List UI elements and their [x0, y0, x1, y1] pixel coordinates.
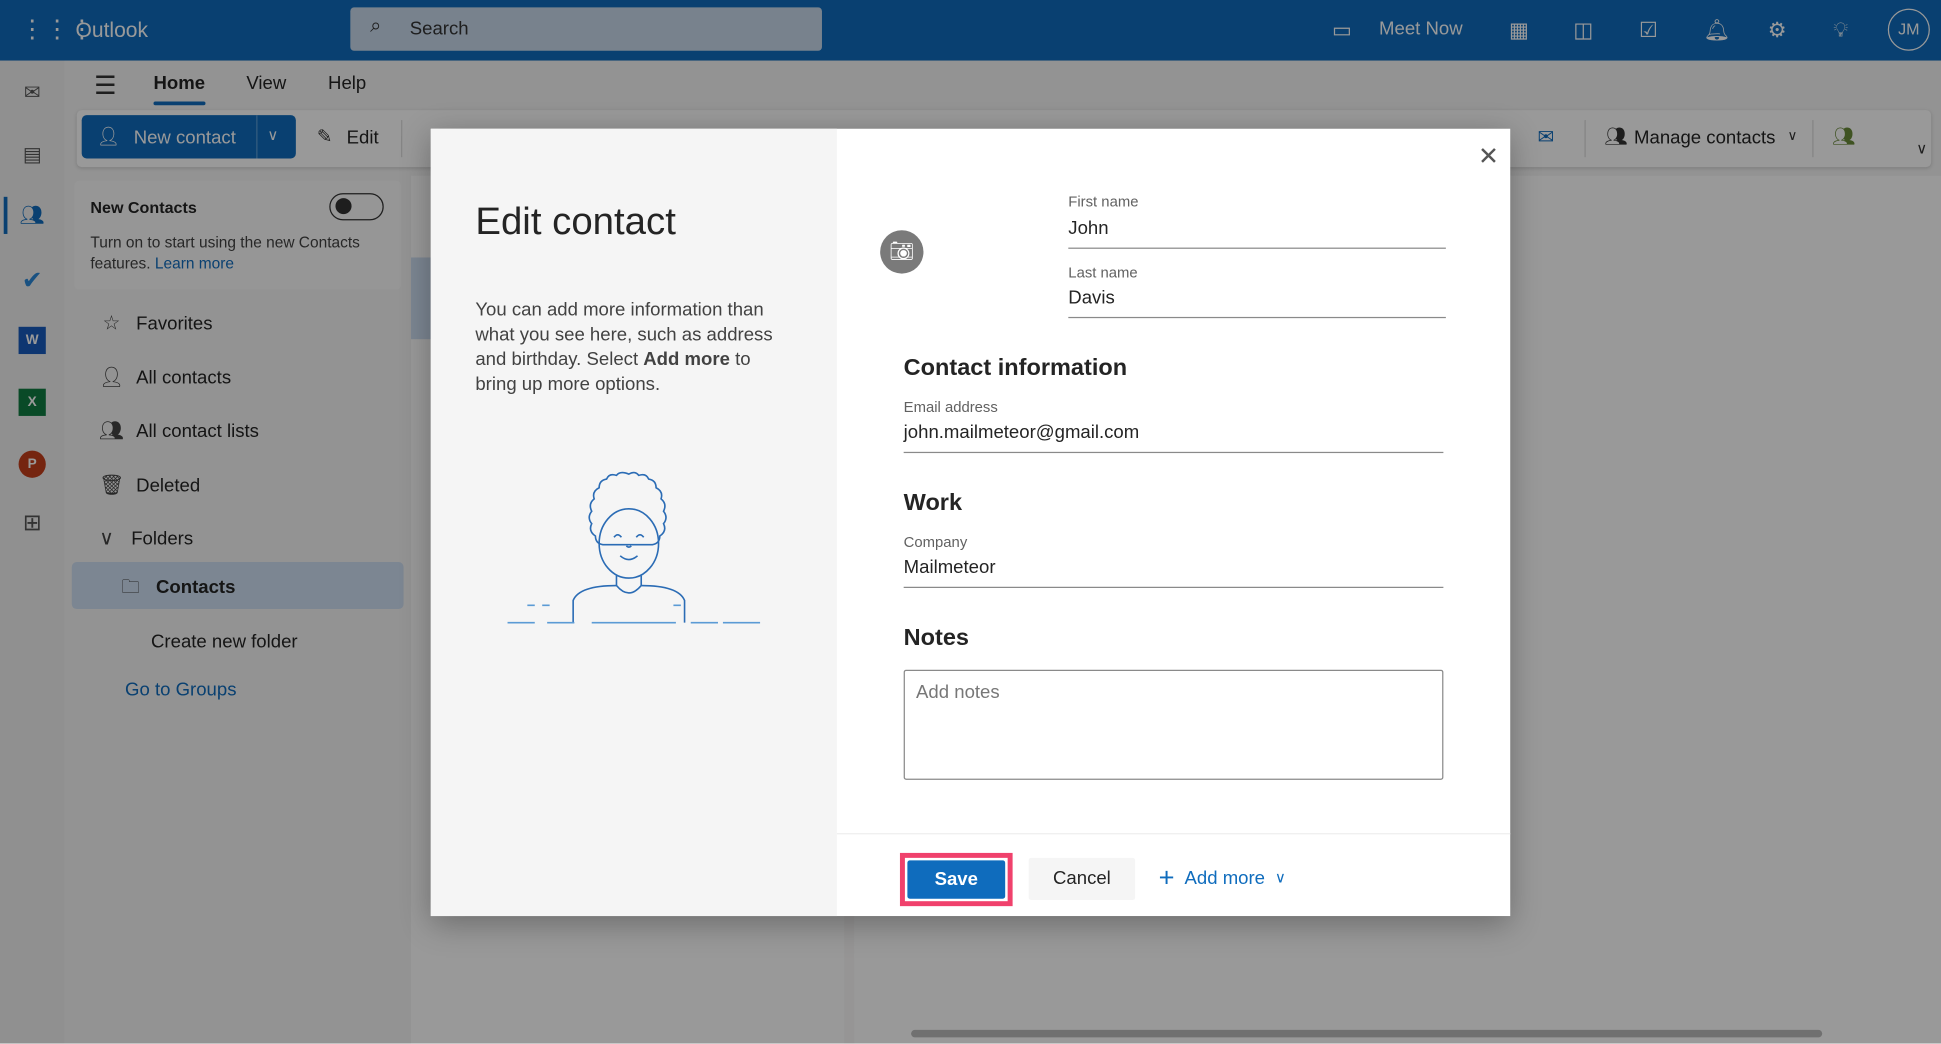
notes-heading: Notes: [903, 625, 970, 652]
first-name-field[interactable]: John: [1068, 218, 1108, 239]
email-field[interactable]: john.mailmeteor@gmail.com: [904, 422, 1140, 443]
add-more-button[interactable]: + Add more ∨: [1159, 862, 1286, 894]
field-underline: [1068, 316, 1446, 319]
edit-contact-dialog: Edit contact You can add more informatio…: [430, 128, 1511, 917]
last-name-field[interactable]: Davis: [1068, 287, 1114, 308]
dialog-description: You can add more information than what y…: [475, 299, 773, 395]
plus-icon: +: [1158, 861, 1175, 893]
notes-textarea[interactable]: Add notes: [903, 669, 1444, 780]
company-field[interactable]: Mailmeteor: [904, 557, 996, 578]
close-icon[interactable]: ✕: [1478, 141, 1499, 172]
notes-placeholder: Add notes: [916, 682, 1000, 704]
footer-divider: [836, 833, 1511, 835]
save-button[interactable]: Save: [907, 860, 1006, 899]
company-label: Company: [903, 533, 968, 551]
email-label: Email address: [903, 398, 998, 416]
first-name-label: First name: [1068, 193, 1139, 211]
cancel-button[interactable]: Cancel: [1028, 857, 1136, 900]
add-more-label: Add more: [1184, 867, 1266, 889]
camera-icon: 📷︎: [889, 241, 915, 263]
last-name-label: Last name: [1068, 263, 1138, 282]
field-underline: [903, 451, 1444, 454]
chevron-down-icon: ∨: [1274, 869, 1286, 887]
field-underline: [1068, 247, 1446, 249]
contact-info-heading: Contact information: [903, 355, 1128, 382]
work-heading: Work: [903, 490, 963, 517]
dialog-title: Edit contact: [475, 199, 676, 243]
field-underline: [903, 586, 1444, 589]
add-photo-button[interactable]: 📷︎: [880, 230, 924, 274]
person-illustration: [507, 471, 761, 624]
dialog-info-pane: Edit contact You can add more informatio…: [430, 128, 837, 917]
